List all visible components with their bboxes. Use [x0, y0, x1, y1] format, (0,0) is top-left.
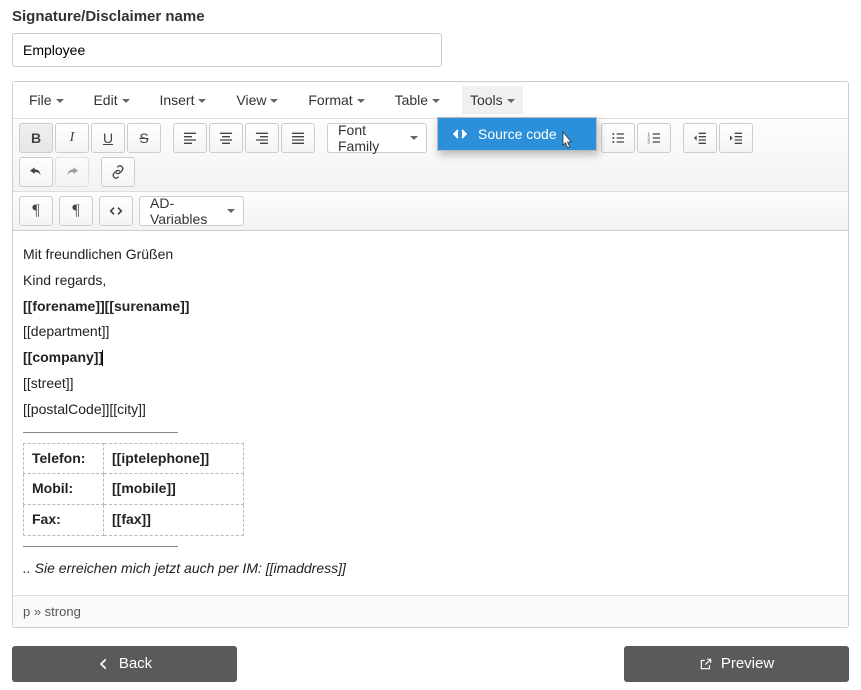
- menu-insert[interactable]: Insert: [151, 86, 214, 114]
- code-icon: [452, 126, 468, 142]
- align-right-button[interactable]: [245, 123, 279, 153]
- menu-tools[interactable]: Tools: [462, 86, 523, 114]
- content-line: [[company]]: [23, 346, 838, 370]
- signature-name-input[interactable]: [12, 33, 442, 67]
- footer-buttons: Back Preview: [12, 646, 849, 682]
- caret-icon: [507, 99, 515, 103]
- font-family-select[interactable]: Font Family: [327, 123, 427, 153]
- element-path-bar: p » strong: [13, 595, 848, 627]
- source-code-button[interactable]: [99, 196, 133, 226]
- caret-icon: [410, 136, 418, 140]
- menu-view[interactable]: View: [228, 86, 286, 114]
- caret-icon: [198, 99, 206, 103]
- contact-table: Telefon:[[iptelephone]] Mobil:[[mobile]]…: [23, 443, 244, 536]
- pilcrow-icon: ¶: [32, 202, 39, 220]
- bold-button[interactable]: B: [19, 123, 53, 153]
- content-line: [[forename]][[surename]]: [23, 295, 838, 319]
- toolbar-row-2: ¶ ¶ AD-Variables: [13, 192, 848, 231]
- content-line: .. Sie erreichen mich jetzt auch per IM:…: [23, 557, 838, 581]
- bullet-list-button[interactable]: [601, 123, 635, 153]
- caret-icon: [270, 99, 278, 103]
- back-button[interactable]: Back: [12, 646, 237, 682]
- editor-content[interactable]: Mit freundlichen Grüßen Kind regards, [[…: [13, 231, 848, 595]
- content-line: [[street]]: [23, 372, 838, 396]
- table-row: Mobil:[[mobile]]: [24, 474, 244, 505]
- tools-source-code-item[interactable]: Source code: [438, 118, 596, 150]
- content-line: Mit freundlichen Grüßen: [23, 243, 838, 267]
- align-center-button[interactable]: [209, 123, 243, 153]
- content-line: [[department]]: [23, 320, 838, 344]
- indent-button[interactable]: [719, 123, 753, 153]
- menu-format[interactable]: Format: [300, 86, 372, 114]
- chevron-left-icon: [97, 657, 111, 671]
- editor-container: File Edit Insert View Format Table Tools…: [12, 81, 849, 628]
- content-line: [[postalCode]][[city]]: [23, 398, 838, 422]
- undo-button[interactable]: [19, 157, 53, 187]
- caret-icon: [432, 99, 440, 103]
- ad-variables-select[interactable]: AD-Variables: [139, 196, 244, 226]
- preview-button[interactable]: Preview: [624, 646, 849, 682]
- ltr-button[interactable]: ¶: [19, 196, 53, 226]
- underline-button[interactable]: U: [91, 123, 125, 153]
- caret-icon: [122, 99, 130, 103]
- rtl-button[interactable]: ¶: [59, 196, 93, 226]
- menu-file[interactable]: File: [21, 86, 72, 114]
- table-row: Fax:[[fax]]: [24, 505, 244, 536]
- menu-edit[interactable]: Edit: [85, 86, 137, 114]
- page-title: Signature/Disclaimer name: [12, 8, 849, 25]
- align-justify-button[interactable]: [281, 123, 315, 153]
- link-button[interactable]: [101, 157, 135, 187]
- menu-table[interactable]: Table: [387, 86, 448, 114]
- table-row: Telefon:[[iptelephone]]: [24, 443, 244, 474]
- caret-icon: [227, 209, 235, 213]
- cursor-pointer-icon: [558, 130, 578, 154]
- strikethrough-button[interactable]: S: [127, 123, 161, 153]
- caret-icon: [56, 99, 64, 103]
- tools-dropdown: Source code: [437, 117, 597, 151]
- content-line: Kind regards,: [23, 269, 838, 293]
- outdent-button[interactable]: [683, 123, 717, 153]
- redo-button[interactable]: [55, 157, 89, 187]
- align-left-button[interactable]: [173, 123, 207, 153]
- menubar: File Edit Insert View Format Table Tools…: [13, 82, 848, 119]
- divider-line: [23, 546, 178, 547]
- divider-line: [23, 432, 178, 433]
- pilcrow-icon: ¶: [72, 202, 79, 220]
- number-list-button[interactable]: 123: [637, 123, 671, 153]
- italic-button[interactable]: I: [55, 123, 89, 153]
- toolbar-row-1: B I U S Font Family 123: [13, 119, 848, 192]
- external-link-icon: [699, 657, 713, 671]
- caret-icon: [357, 99, 365, 103]
- svg-text:3: 3: [647, 139, 650, 144]
